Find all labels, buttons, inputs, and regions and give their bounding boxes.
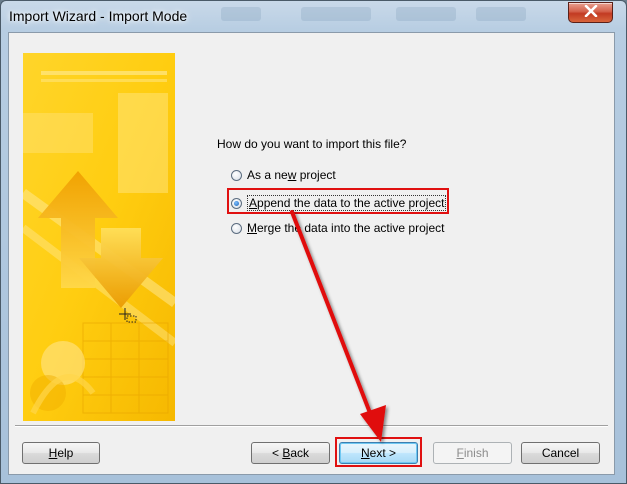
- cancel-label: Cancel: [541, 446, 580, 460]
- append-option-highlight: [227, 188, 449, 214]
- back-label-pre: <: [271, 446, 283, 460]
- wizard-client-area: How do you want to import this file? As …: [8, 32, 615, 475]
- help-label: elp: [57, 446, 74, 460]
- wizard-art: [23, 53, 175, 421]
- window-title: Import Wizard - Import Mode: [9, 8, 188, 24]
- finish-button[interactable]: Finish: [433, 442, 512, 464]
- option-new-project[interactable]: As a new project: [231, 168, 336, 182]
- background-title-ghost: [221, 7, 261, 21]
- background-title-ghost: [396, 7, 456, 21]
- next-button-highlight: [335, 437, 422, 467]
- back-label: ack: [290, 446, 310, 460]
- radio-merge-project[interactable]: [231, 222, 242, 234]
- radio-new-project[interactable]: [231, 169, 242, 181]
- option-label-accel: M: [247, 221, 257, 235]
- button-separator: [15, 425, 608, 427]
- import-wizard-window: Import Wizard - Import Mode How do you w…: [0, 0, 627, 484]
- option-label-post: project: [296, 168, 336, 182]
- back-accel: B: [282, 446, 291, 460]
- import-question: How do you want to import this file?: [217, 137, 407, 151]
- help-button[interactable]: Help: [22, 442, 100, 464]
- close-button[interactable]: [568, 2, 613, 23]
- back-button[interactable]: < Back: [251, 442, 330, 464]
- finish-accel: F: [456, 446, 464, 460]
- help-accel: H: [48, 446, 58, 460]
- close-icon: [584, 4, 598, 20]
- finish-label: inish: [463, 446, 489, 460]
- cancel-button[interactable]: Cancel: [521, 442, 600, 464]
- option-merge-project[interactable]: Merge the data into the active project: [231, 221, 444, 235]
- background-title-ghost: [476, 7, 526, 21]
- option-label-pre: As a ne: [247, 168, 288, 182]
- option-merge-project-label[interactable]: Merge the data into the active project: [247, 221, 444, 235]
- option-label-post: erge the data into the active project: [257, 221, 445, 235]
- background-title-ghost: [301, 7, 371, 21]
- title-bar[interactable]: Import Wizard - Import Mode: [1, 1, 626, 33]
- option-new-project-label[interactable]: As a new project: [247, 168, 336, 182]
